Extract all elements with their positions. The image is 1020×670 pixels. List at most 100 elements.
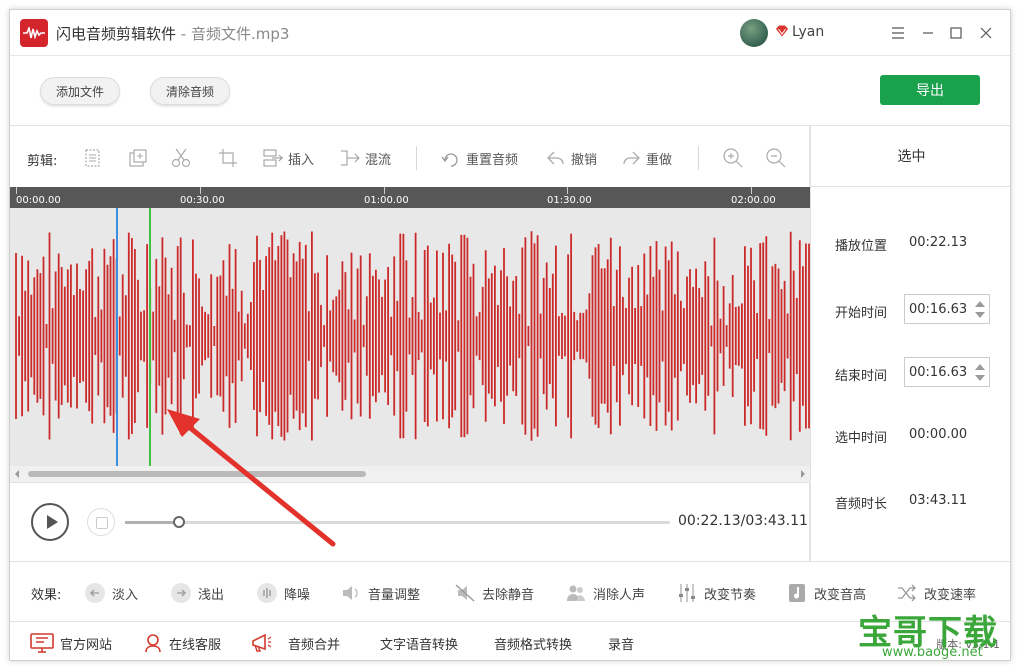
fade-in-button[interactable]: 淡入 — [84, 582, 138, 604]
username[interactable]: Lyan — [792, 24, 824, 40]
horizontal-scrollbar[interactable] — [10, 466, 810, 482]
progress-knob[interactable] — [172, 516, 185, 528]
tempo-button[interactable]: 改变节奏 — [676, 582, 756, 604]
insert-label: 插入 — [288, 152, 315, 168]
effects-label: 效果: — [31, 588, 62, 603]
zoom-in-icon — [723, 148, 743, 168]
mix-label: 混流 — [365, 152, 392, 168]
website-label: 官方网站 — [60, 637, 113, 653]
speed-button[interactable]: 改变速率 — [896, 582, 976, 604]
watermark: 宝哥下载 www.baoge.net — [852, 605, 1012, 663]
selection-panel: 选中 播放位置 00:22.13 开始时间 00:16.63 结束时间 00:1… — [810, 125, 1010, 562]
start-down-arrow-icon[interactable] — [975, 312, 985, 318]
add-file-button[interactable]: 添加文件 — [40, 77, 120, 105]
shuffle-icon — [898, 584, 916, 602]
copy-icon — [85, 149, 100, 167]
fade-in-label: 淡入 — [112, 587, 139, 603]
end-time-input[interactable]: 00:16.63 — [904, 357, 990, 387]
panel-body: 播放位置 00:22.13 开始时间 00:16.63 结束时间 00:16.6… — [810, 187, 1010, 562]
start-time-label: 开始时间 — [835, 306, 888, 321]
minimize-button[interactable] — [916, 21, 940, 45]
denoise-button[interactable]: 降噪 — [256, 582, 310, 604]
remove-silence-button[interactable]: 去除静音 — [454, 582, 534, 604]
waveform-area[interactable] — [10, 208, 810, 466]
start-up-arrow-icon[interactable] — [975, 301, 985, 307]
mute-icon — [455, 584, 475, 602]
pitch-label: 改变音高 — [814, 587, 867, 603]
maximize-button[interactable] — [944, 21, 968, 45]
vip-diamond-icon — [776, 25, 788, 37]
edit-toolbar: 剪辑: 插入 混流 重置音频 撤销 重做 — [10, 126, 810, 187]
end-down-arrow-icon[interactable] — [975, 375, 985, 381]
pitch-button[interactable]: 改变音高 — [786, 582, 866, 604]
remove-vocal-button[interactable]: 消除人声 — [565, 582, 645, 604]
scroll-right-icon[interactable] — [800, 470, 806, 478]
redo-button[interactable]: 重做 — [620, 147, 672, 169]
website-link[interactable]: 官方网站 — [30, 633, 112, 653]
tick-mark — [384, 187, 385, 194]
paste-tool-button[interactable] — [128, 147, 152, 169]
megaphone-icon — [252, 633, 272, 652]
avatar[interactable] — [740, 19, 768, 47]
panel-header: 选中 — [810, 126, 1010, 187]
export-button[interactable]: 导出 — [880, 75, 980, 105]
tick-label: 01:30.00 — [547, 195, 592, 206]
timeline-ruler[interactable]: 00:00.00 00:30.00 01:00.00 01:30.00 02:0… — [10, 187, 810, 208]
scroll-left-icon[interactable] — [14, 470, 20, 478]
app-window: 闪电音频剪辑软件 - 音频文件.mp3 Lyan 添加文件 清除音频 导出 剪辑… — [9, 9, 1011, 661]
app-logo-icon — [20, 19, 48, 47]
zoom-out-button[interactable] — [765, 147, 791, 169]
tempo-label: 改变节奏 — [704, 587, 757, 603]
reset-label: 重置音频 — [466, 152, 519, 168]
end-time-label: 结束时间 — [835, 369, 888, 384]
tts-label: 文字语音转换 — [380, 637, 459, 653]
selected-time-value: 00:00.00 — [909, 427, 968, 442]
speed-label: 改变速率 — [924, 587, 977, 603]
zoom-in-button[interactable] — [722, 147, 748, 169]
end-up-arrow-icon[interactable] — [975, 364, 985, 370]
scroll-thumb[interactable] — [28, 471, 366, 477]
player-bar: 00:22.13/03:43.11 — [10, 482, 810, 562]
undo-icon — [547, 151, 564, 165]
format-convert-label: 音频格式转换 — [494, 637, 573, 653]
insert-icon — [263, 149, 283, 167]
reset-audio-button[interactable]: 重置音频 — [440, 147, 518, 169]
reset-icon — [441, 153, 458, 167]
minimize-icon — [923, 32, 933, 34]
mix-button[interactable]: 混流 — [339, 147, 391, 169]
merge-button[interactable]: 音频合并 — [250, 633, 340, 653]
close-button[interactable] — [974, 21, 998, 45]
cut-tool-button[interactable] — [170, 147, 196, 169]
remove-vocal-label: 消除人声 — [593, 587, 646, 603]
stop-button[interactable] — [87, 508, 115, 536]
support-link[interactable]: 在线客服 — [143, 633, 221, 653]
format-convert-button[interactable]: 音频格式转换 — [494, 633, 572, 653]
record-button[interactable]: 录音 — [608, 633, 634, 653]
tick-label: 00:00.00 — [16, 195, 61, 206]
tick-mark — [567, 187, 568, 194]
start-time-input[interactable]: 00:16.63 — [904, 294, 990, 324]
play-button[interactable] — [31, 503, 69, 541]
window-title: 闪电音频剪辑软件 - 音频文件.mp3 — [56, 23, 289, 44]
crop-tool-button[interactable] — [218, 147, 242, 169]
tick-label: 02:00.00 — [731, 195, 776, 206]
volume-adjust-label: 音量调整 — [368, 587, 421, 603]
fade-in-icon — [85, 583, 105, 603]
scissors-icon — [171, 148, 191, 168]
fade-out-label: 浅出 — [198, 587, 225, 603]
progress-slider[interactable] — [125, 516, 670, 528]
mix-icon — [341, 150, 360, 166]
close-icon — [980, 27, 992, 39]
tts-button[interactable]: 文字语音转换 — [380, 633, 458, 653]
title-bar: 闪电音频剪辑软件 - 音频文件.mp3 Lyan — [10, 10, 1010, 56]
copy-tool-button[interactable] — [83, 147, 107, 169]
watermark-url: www.baoge.net — [882, 645, 983, 660]
volume-adjust-button[interactable]: 音量调整 — [340, 582, 420, 604]
fade-out-button[interactable]: 浅出 — [170, 582, 224, 604]
clear-audio-button[interactable]: 清除音频 — [150, 77, 230, 105]
menu-button[interactable] — [886, 21, 910, 45]
progress-fill — [125, 521, 179, 524]
insert-button[interactable]: 插入 — [262, 147, 314, 169]
tick-label: 01:00.00 — [364, 195, 409, 206]
undo-button[interactable]: 撤销 — [545, 147, 597, 169]
